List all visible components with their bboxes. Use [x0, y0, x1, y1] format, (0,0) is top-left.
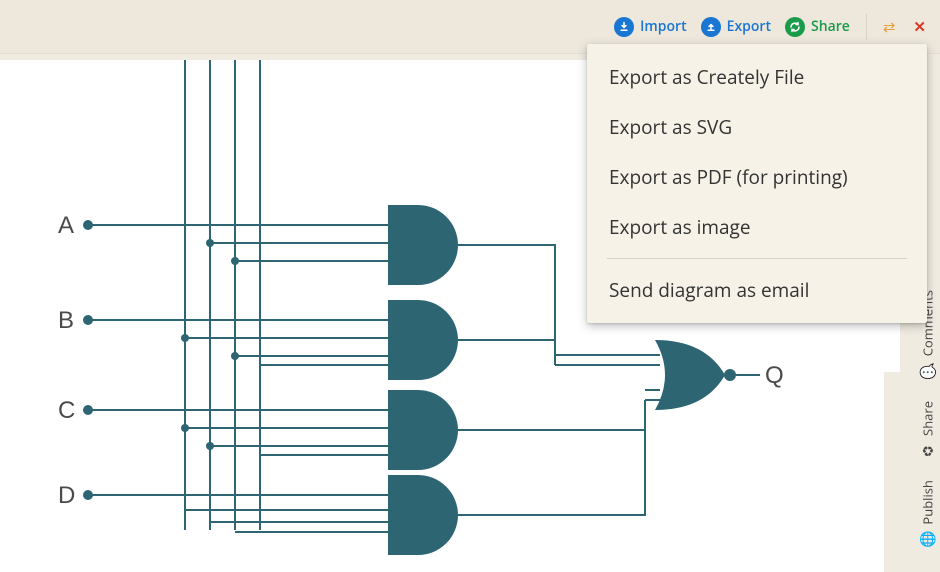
download-circle-icon [614, 17, 634, 37]
tab-publish[interactable]: 🌐 Publish [918, 480, 937, 548]
input-label-a: A [58, 212, 74, 240]
upload-circle-icon [701, 17, 721, 37]
share-button[interactable]: Share [785, 17, 850, 37]
input-label-b: B [58, 307, 74, 335]
input-label-c: C [58, 397, 75, 425]
export-pdf[interactable]: Export as PDF (for printing) [587, 152, 927, 202]
export-dropdown-menu: Export as Creately File Export as SVG Ex… [587, 44, 927, 323]
swap-icon[interactable]: ⇄ [883, 17, 896, 37]
share-icon: ♻ [918, 442, 937, 458]
tab-publish-label: Publish [918, 480, 936, 524]
toolbar-separator [866, 14, 867, 40]
export-svg[interactable]: Export as SVG [587, 102, 927, 152]
import-label: Import [640, 17, 686, 36]
menu-divider [607, 258, 907, 259]
output-label-q: Q [765, 362, 784, 390]
input-label-d: D [58, 482, 75, 510]
share-label: Share [811, 17, 850, 36]
export-creately-file[interactable]: Export as Creately File [587, 52, 927, 102]
export-button[interactable]: Export [701, 17, 771, 37]
close-icon[interactable]: ✕ [909, 17, 930, 37]
right-side-tabs: 💬 Comments ♻ Share 🌐 Publish [914, 290, 940, 548]
tab-share-label: Share [918, 401, 936, 436]
comments-icon: 💬 [918, 362, 937, 379]
tab-share[interactable]: ♻ Share [918, 401, 937, 458]
publish-icon: 🌐 [918, 531, 937, 548]
sync-circle-icon [785, 17, 805, 37]
import-button[interactable]: Import [614, 17, 686, 37]
export-image[interactable]: Export as image [587, 202, 927, 252]
export-label: Export [727, 17, 771, 36]
send-diagram-email[interactable]: Send diagram as email [587, 265, 927, 315]
